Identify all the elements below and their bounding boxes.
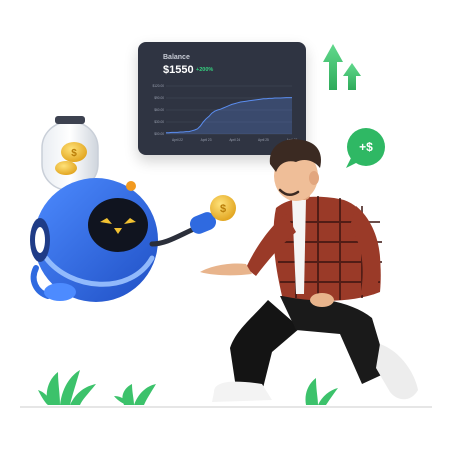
illustration: +$ $ $: [20, 44, 432, 408]
robot-mascot: $ $: [30, 116, 236, 302]
svg-text:+$: +$: [359, 140, 373, 154]
plant-right-icon: [305, 378, 338, 405]
plant-middle-icon: [114, 384, 156, 405]
man-figure: [200, 139, 418, 402]
plant-left-icon: [38, 370, 96, 405]
dollar-sign-icon: $: [71, 148, 77, 159]
dollar-sign-icon: $: [220, 203, 226, 215]
money-bubble-icon: +$: [346, 128, 385, 168]
up-arrow-icon: [323, 44, 361, 90]
scene: Balance $1550 +200% $120.00 $90.00 $60.00 $…: [0, 0, 450, 450]
